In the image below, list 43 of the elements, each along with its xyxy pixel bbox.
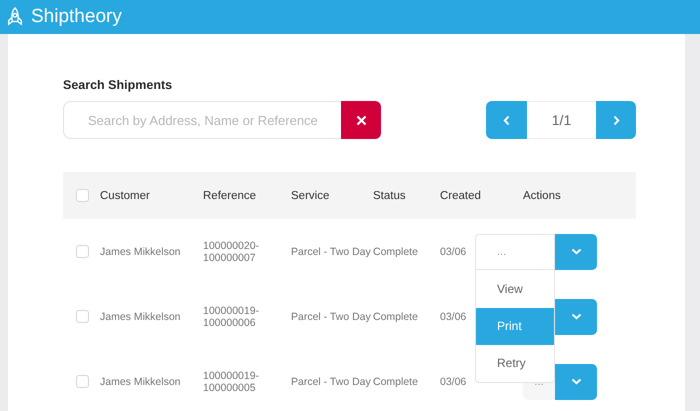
service-cell-text: Parcel - Two Day xyxy=(291,246,372,258)
created-cell-text: 03/06 xyxy=(440,246,468,258)
previous-page-button[interactable] xyxy=(486,101,527,139)
action-dropdown-button[interactable] xyxy=(555,298,597,334)
status-cell-text: Complete xyxy=(373,246,419,258)
rocket-icon xyxy=(6,7,24,27)
select-all-checkbox[interactable] xyxy=(76,189,89,202)
reference-cell-text: 100000019-100000005 xyxy=(203,370,260,394)
clear-button[interactable] xyxy=(341,101,381,139)
search-field[interactable]: Search by Address, Name or Reference xyxy=(63,101,341,139)
column-header: Created xyxy=(440,190,481,202)
chevron-left-icon xyxy=(503,114,510,126)
close-icon xyxy=(356,114,366,126)
service-cell-text: Parcel - Two Day xyxy=(291,376,372,388)
row-checkbox[interactable] xyxy=(76,310,89,323)
next-page-button[interactable] xyxy=(596,101,636,139)
reference-cell-text: 100000020-100000007 xyxy=(203,240,260,264)
created-cell-text: 03/06 xyxy=(440,310,468,322)
chevron-down-icon xyxy=(570,313,582,320)
reference-cell-text: 100000019-100000006 xyxy=(203,304,260,328)
action-dropdown-button[interactable] xyxy=(555,234,597,270)
chevron-down-icon xyxy=(570,248,582,255)
column-header: Customer xyxy=(100,190,150,202)
menu-option[interactable]: View xyxy=(476,270,554,308)
chevron-right-icon xyxy=(612,114,620,126)
page-indicator: 1/1 xyxy=(527,101,596,139)
menu-option[interactable]: Retry xyxy=(476,344,554,382)
status-cell-text: Complete xyxy=(373,310,419,322)
customer-cell-text: James Mikkelson xyxy=(100,310,182,322)
column-header: Service xyxy=(291,190,330,202)
created-cell-text: 03/06 xyxy=(440,376,468,388)
search-heading: Search Shipments xyxy=(63,78,174,92)
action-dropdown-button[interactable] xyxy=(555,364,597,400)
service-cell-text: Parcel - Two Day xyxy=(291,310,372,322)
customer-cell-text: James Mikkelson xyxy=(100,246,182,258)
customer-cell-text: James Mikkelson xyxy=(100,376,182,388)
column-header: Reference xyxy=(203,190,256,202)
column-header: Status xyxy=(373,190,406,202)
row-checkbox[interactable] xyxy=(76,245,89,258)
app-title: Shiptheory xyxy=(31,6,122,28)
chevron-down-icon xyxy=(570,378,582,385)
status-cell-text: Complete xyxy=(373,376,419,388)
row-checkbox[interactable] xyxy=(76,375,89,388)
